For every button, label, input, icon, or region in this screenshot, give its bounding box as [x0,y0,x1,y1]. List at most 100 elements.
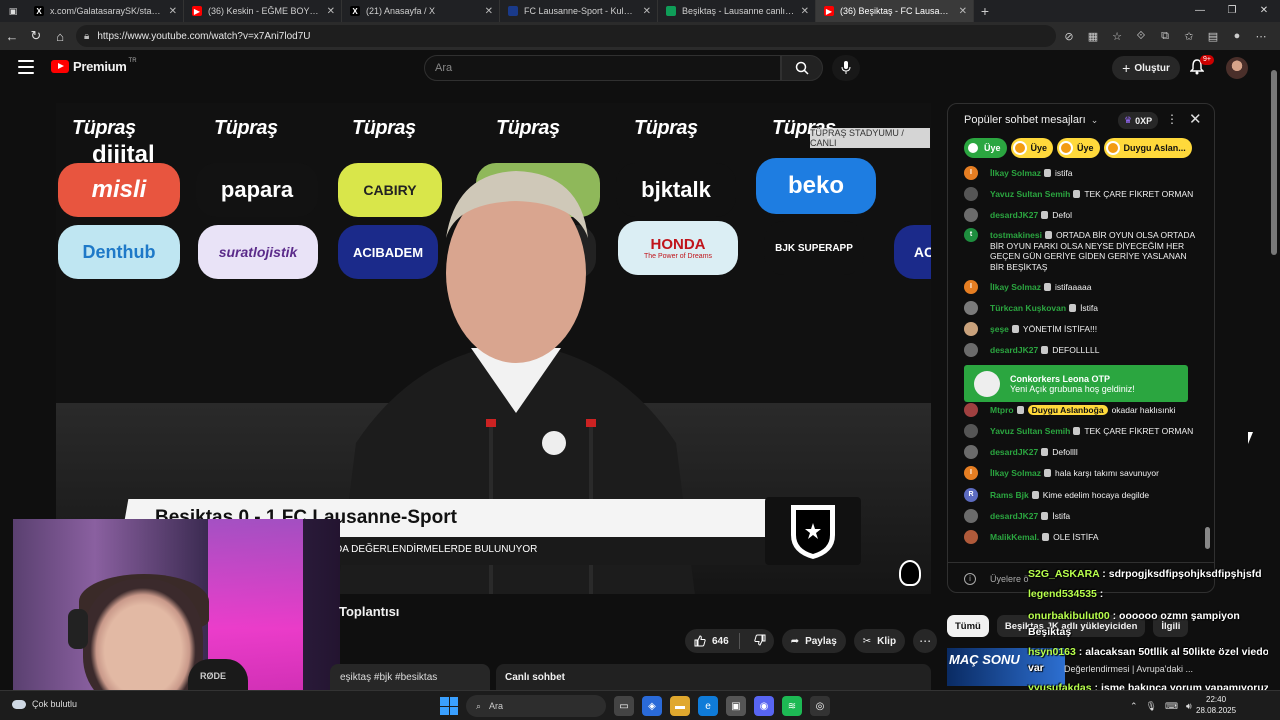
chat-author[interactable]: Türkcan Kuşkovan [990,303,1066,313]
mentioned-user[interactable]: Duygu Aslanboğa [1027,405,1108,415]
extensions-icon[interactable]: ⟐ [1132,27,1150,45]
search-input[interactable]: Ara [424,55,781,81]
chat-avatar[interactable] [964,301,978,315]
close-tab-icon[interactable]: ✕ [801,6,809,17]
chat-author[interactable]: Yavuz Sultan Semih [990,426,1070,436]
reload-icon[interactable]: ↻ [24,24,48,48]
chat-author[interactable]: İlkay Solmaz [990,468,1041,478]
chat-author[interactable]: Mtpro [990,405,1014,415]
chat-author[interactable]: MalikKemal. [990,532,1039,542]
page-scroll-thumb[interactable] [1271,70,1277,255]
member-chip[interactable]: Duygu Aslan... [1103,138,1192,158]
browser-tab[interactable]: FC Lausanne-Sport - Kulüp profili ✕ [500,0,658,22]
filter-chip[interactable]: Tümü [947,615,989,637]
obs-icon[interactable]: ◎ [810,696,830,716]
chat-scrollbar[interactable] [1205,174,1211,549]
chat-author[interactable]: Yavuz Sultan Semih [990,189,1070,199]
member-chip[interactable]: Üye [964,138,1007,158]
chat-author[interactable]: İlkay Solmaz [990,282,1041,292]
chat-author[interactable]: desardJK27 [990,210,1038,220]
settings-more-icon[interactable]: ⋯ [1252,27,1270,45]
network-icon[interactable]: ⌨ [1165,701,1178,712]
chat-avatar[interactable] [964,187,978,201]
close-tab-icon[interactable]: ✕ [643,6,651,17]
tab-actions-icon[interactable]: ▣ [0,0,26,22]
browser-tab[interactable]: X (21) Anasayfa / X ✕ [342,0,500,22]
windows-start-icon[interactable] [440,697,458,715]
notifications-button[interactable]: 9+ [1189,55,1214,77]
clip-button[interactable]: ✂ Klip [853,629,906,653]
chat-author[interactable]: desardJK27 [990,447,1038,457]
profile-icon[interactable]: ● [1228,27,1246,45]
chevron-up-icon[interactable]: ⌃ [1130,701,1138,712]
search-button[interactable] [781,55,823,81]
maximize-icon[interactable]: ❐ [1216,0,1248,22]
copilot-app-icon[interactable]: ◈ [642,696,662,716]
chat-avatar[interactable] [964,208,978,222]
chat-avatar[interactable] [964,509,978,523]
chat-author[interactable]: desardJK27 [990,345,1038,355]
favorite-star-icon[interactable]: ☆ [1108,27,1126,45]
menu-icon[interactable] [18,60,34,74]
member-chip[interactable]: Üye [1010,138,1054,158]
app-available-icon[interactable]: ▦ [1084,27,1102,45]
minimize-icon[interactable]: — [1184,0,1216,22]
more-actions-icon[interactable]: ⋯ [913,629,938,653]
store-icon[interactable]: ▣ [726,696,746,716]
page-scrollbar[interactable] [1268,50,1280,690]
browser-tab[interactable]: Xx.com/GalatasaraySK/status/1961 ✕ [26,0,184,22]
file-explorer-icon[interactable]: ▬ [670,696,690,716]
close-tab-icon[interactable]: ✕ [169,6,177,17]
chat-author[interactable]: İlkay Solmaz [990,168,1041,178]
new-tab-button[interactable]: + [974,3,996,19]
weather-widget[interactable]: Çok bulutlu [12,699,77,709]
close-tab-icon[interactable]: ✕ [959,6,967,17]
chat-avatar[interactable] [964,403,978,417]
browser-tab[interactable]: ▶ (36) Beşiktaş - FC Lausanne- ✕ [816,0,974,22]
chat-more-icon[interactable]: ⋮ [1166,112,1178,126]
chat-avatar[interactable]: t [964,228,978,242]
info-icon[interactable]: i [964,572,976,585]
chat-avatar[interactable] [964,530,978,544]
volume-icon[interactable]: 🔊︎ [1186,701,1192,712]
chat-author[interactable]: tostmakinesi [990,230,1042,240]
chat-avatar[interactable]: I [964,280,978,294]
browser-tab[interactable]: ▶ (36) Keskin - EĞME BOYUN (Musi ✕ [184,0,342,22]
like-button[interactable]: 646 [694,635,729,647]
chat-avatar[interactable] [964,445,978,459]
split-screen-icon[interactable]: ⧉ [1156,27,1174,45]
description-box[interactable]: eşiktaş #bjk #besiktas [330,664,490,690]
close-tab-icon[interactable]: ✕ [485,6,493,17]
chat-avatar[interactable] [964,424,978,438]
chat-avatar[interactable] [964,322,978,336]
translate-icon[interactable]: ⊘ [1060,27,1078,45]
chat-scroll-thumb[interactable] [1205,527,1210,549]
browser-tab[interactable]: Beşiktaş - Lausanne canlı skor, tak ✕ [658,0,816,22]
collections-icon[interactable]: ▤ [1204,27,1222,45]
favorites-icon[interactable]: ✩ [1180,27,1198,45]
chat-avatar[interactable] [964,343,978,357]
share-button[interactable]: ➦ Paylaş [781,629,846,653]
home-icon[interactable]: ⌂ [48,24,72,48]
back-icon[interactable]: ← [0,24,24,48]
close-chat-icon[interactable]: ✕ [1189,110,1202,128]
voice-search-button[interactable] [832,55,860,81]
dislike-button[interactable] [746,634,774,649]
member-chip[interactable]: Üye [1057,138,1100,158]
account-avatar[interactable] [1226,57,1248,79]
spotify-icon[interactable]: ≋ [782,696,802,716]
chat-author[interactable]: desardJK27 [990,511,1038,521]
taskbar-search[interactable]: ⌕ Ara [466,695,606,717]
copilot-icon[interactable]: ◆ [1276,27,1280,45]
close-tab-icon[interactable]: ✕ [327,6,335,17]
create-button[interactable]: + Oluştur [1112,56,1180,80]
youtube-premium-logo[interactable]: Premium TR [51,58,137,74]
chat-author[interactable]: şeşe [990,324,1009,334]
related-video-title[interactable]: Değerlendirmesi | Avrupa'daki ... [1064,664,1193,674]
chat-avatar[interactable]: R [964,488,978,502]
task-view-icon[interactable]: ▭ [614,696,634,716]
close-window-icon[interactable]: ✕ [1248,0,1280,22]
chat-avatar[interactable]: I [964,466,978,480]
mic-tray-icon[interactable]: 🎙︎ [1146,701,1157,712]
discord-icon[interactable]: ◉ [754,696,774,716]
